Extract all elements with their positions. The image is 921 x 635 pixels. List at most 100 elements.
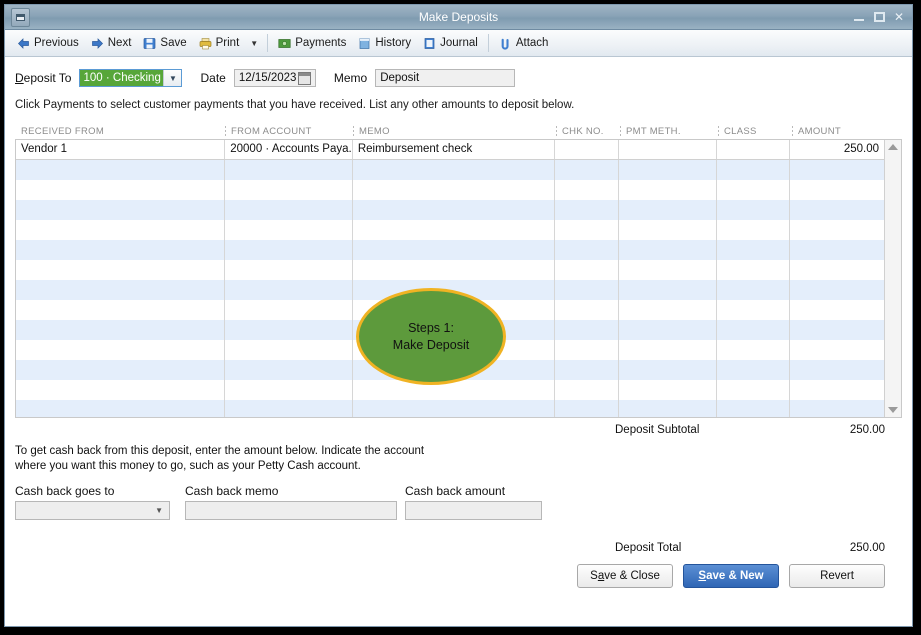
- maximize-button[interactable]: [873, 12, 885, 22]
- cell-received-from[interactable]: Vendor 1: [16, 140, 226, 159]
- cell-class[interactable]: [717, 360, 791, 380]
- cell-pmt-meth[interactable]: [619, 180, 717, 200]
- cell-received-from[interactable]: [16, 160, 226, 180]
- cell-class[interactable]: [717, 320, 791, 340]
- cell-from-account[interactable]: [225, 160, 353, 180]
- toolbar-attach-button[interactable]: Attach: [493, 35, 555, 52]
- toolbar-previous-button[interactable]: Previous: [11, 35, 85, 52]
- cell-received-from[interactable]: [16, 280, 226, 300]
- table-row[interactable]: [16, 240, 884, 260]
- chevron-down-icon[interactable]: ▼: [155, 506, 169, 515]
- cell-amount[interactable]: [790, 180, 884, 200]
- cell-class[interactable]: [717, 260, 791, 280]
- cell-amount[interactable]: [790, 400, 884, 417]
- toolbar-next-button[interactable]: Next: [85, 35, 138, 52]
- cell-chk-no[interactable]: [555, 200, 619, 220]
- cell-from-account[interactable]: [225, 220, 353, 240]
- cell-from-account[interactable]: [225, 360, 353, 380]
- save-and-new-button[interactable]: Save & New: [683, 564, 779, 588]
- cell-amount[interactable]: [790, 320, 884, 340]
- cash-back-amount-input[interactable]: [405, 501, 542, 520]
- cell-memo[interactable]: [353, 380, 556, 400]
- cell-amount[interactable]: [790, 340, 884, 360]
- cell-from-account[interactable]: [225, 340, 353, 360]
- cell-class[interactable]: [717, 340, 791, 360]
- cell-memo[interactable]: Reimbursement check: [353, 140, 556, 159]
- cell-received-from[interactable]: [16, 180, 226, 200]
- cell-amount[interactable]: [790, 220, 884, 240]
- cell-class[interactable]: [717, 220, 791, 240]
- cell-chk-no[interactable]: [555, 260, 619, 280]
- grid-scrollbar[interactable]: [884, 140, 901, 417]
- cell-chk-no[interactable]: [555, 380, 619, 400]
- cell-received-from[interactable]: [16, 220, 226, 240]
- column-header-memo[interactable]: MEMO: [353, 126, 556, 139]
- cell-amount[interactable]: [790, 360, 884, 380]
- cell-received-from[interactable]: [16, 400, 226, 417]
- cell-pmt-meth[interactable]: [619, 140, 717, 159]
- cell-pmt-meth[interactable]: [619, 360, 717, 380]
- cell-pmt-meth[interactable]: [619, 260, 717, 280]
- column-header-received-from[interactable]: RECEIVED FROM: [15, 126, 225, 139]
- cell-from-account[interactable]: [225, 300, 353, 320]
- toolbar-print-button[interactable]: Print: [193, 35, 246, 52]
- cell-chk-no[interactable]: [555, 160, 619, 180]
- cell-memo[interactable]: [353, 400, 556, 417]
- column-header-chk-no[interactable]: CHK NO.: [556, 126, 620, 139]
- cell-memo[interactable]: [353, 180, 556, 200]
- cell-class[interactable]: [717, 140, 791, 159]
- cell-amount[interactable]: [790, 300, 884, 320]
- cell-chk-no[interactable]: [555, 240, 619, 260]
- cell-pmt-meth[interactable]: [619, 340, 717, 360]
- cell-class[interactable]: [717, 180, 791, 200]
- cell-received-from[interactable]: [16, 360, 226, 380]
- cell-from-account[interactable]: [225, 240, 353, 260]
- scrollbar-track[interactable]: [885, 154, 901, 403]
- toolbar-save-button[interactable]: Save: [137, 35, 192, 52]
- minimize-button[interactable]: [853, 12, 865, 23]
- cell-chk-no[interactable]: [555, 320, 619, 340]
- cell-chk-no[interactable]: [555, 280, 619, 300]
- cell-received-from[interactable]: [16, 260, 226, 280]
- cell-memo[interactable]: [353, 200, 556, 220]
- cell-pmt-meth[interactable]: [619, 320, 717, 340]
- cell-class[interactable]: [717, 200, 791, 220]
- close-button[interactable]: ✕: [894, 11, 904, 23]
- table-row[interactable]: [16, 220, 884, 240]
- cell-amount[interactable]: 250.00: [790, 140, 884, 159]
- cell-pmt-meth[interactable]: [619, 280, 717, 300]
- table-row[interactable]: [16, 180, 884, 200]
- save-and-close-button[interactable]: Sa ve & Close: [577, 564, 673, 588]
- table-row[interactable]: [16, 200, 884, 220]
- cell-from-account[interactable]: [225, 260, 353, 280]
- column-header-pmt-meth[interactable]: PMT METH.: [620, 126, 718, 139]
- toolbar-journal-button[interactable]: Journal: [417, 35, 484, 52]
- cell-from-account[interactable]: 20000 · Accounts Paya...: [225, 140, 353, 159]
- cell-pmt-meth[interactable]: [619, 200, 717, 220]
- cell-amount[interactable]: [790, 240, 884, 260]
- cell-class[interactable]: [717, 300, 791, 320]
- cell-chk-no[interactable]: [555, 400, 619, 417]
- table-row[interactable]: [16, 260, 884, 280]
- cell-chk-no[interactable]: [555, 340, 619, 360]
- cell-received-from[interactable]: [16, 200, 226, 220]
- chevron-down-icon[interactable]: ▼: [163, 70, 182, 86]
- cell-memo[interactable]: [353, 220, 556, 240]
- cell-pmt-meth[interactable]: [619, 160, 717, 180]
- cell-received-from[interactable]: [16, 300, 226, 320]
- cell-class[interactable]: [717, 380, 791, 400]
- cell-pmt-meth[interactable]: [619, 240, 717, 260]
- cell-class[interactable]: [717, 240, 791, 260]
- table-row[interactable]: Vendor 1 20000 · Accounts Paya... Reimbu…: [16, 140, 884, 160]
- cell-class[interactable]: [717, 160, 791, 180]
- cell-received-from[interactable]: [16, 340, 226, 360]
- cell-amount[interactable]: [790, 280, 884, 300]
- revert-button[interactable]: Revert: [789, 564, 885, 588]
- cell-class[interactable]: [717, 280, 791, 300]
- cell-memo[interactable]: [353, 240, 556, 260]
- cell-received-from[interactable]: [16, 380, 226, 400]
- calendar-icon[interactable]: [297, 71, 311, 85]
- cell-amount[interactable]: [790, 160, 884, 180]
- column-header-amount[interactable]: AMOUNT: [792, 126, 902, 139]
- deposit-to-select[interactable]: 100 · Checking ▼: [79, 69, 183, 87]
